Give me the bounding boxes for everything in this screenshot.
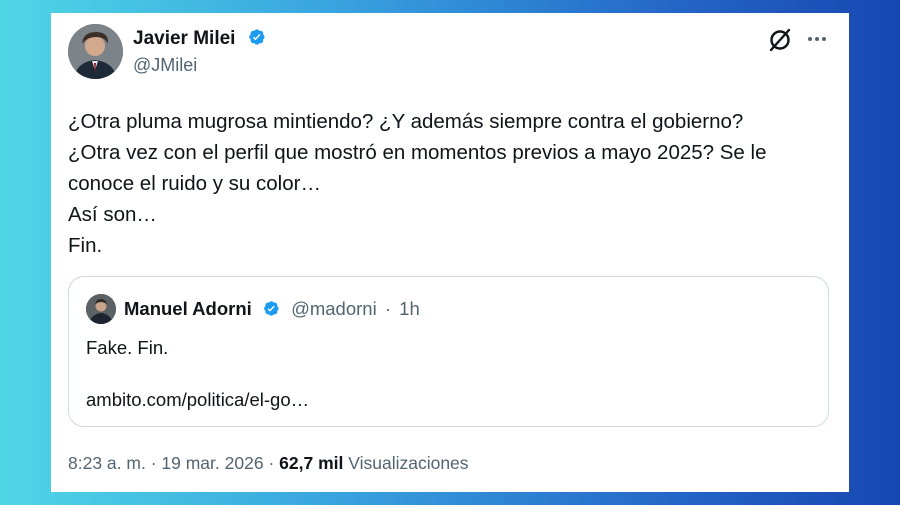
- tweet-line: Fin.: [68, 234, 103, 257]
- verified-badge-icon: [249, 29, 265, 45]
- verified-badge-icon: [264, 301, 279, 316]
- author-name[interactable]: Javier Milei: [133, 27, 266, 50]
- author-avatar[interactable]: [68, 24, 123, 79]
- more-options-icon[interactable]: [805, 27, 829, 51]
- quoted-text: Fake. Fin.: [86, 337, 169, 358]
- tweet-line: conoce el ruido y su color…: [68, 172, 321, 195]
- tweet-text: ¿Otra pluma mugrosa mintiendo? ¿Y además…: [68, 106, 838, 261]
- tweet-card: Javier Milei @JMilei ¿Otra pluma mugrosa…: [51, 13, 849, 492]
- grok-icon[interactable]: [767, 27, 793, 53]
- tweet-line: ¿Otra vez con el perfil que mostró en mo…: [68, 141, 767, 164]
- quoted-handle[interactable]: @madorni: [291, 298, 377, 319]
- views-count: 62,7 mil: [279, 453, 344, 473]
- quoted-author-avatar[interactable]: [86, 294, 116, 324]
- tweet-time[interactable]: 8:23 a. m.: [68, 453, 146, 473]
- quoted-separator: ·: [384, 298, 392, 319]
- author-handle[interactable]: @JMilei: [133, 55, 197, 76]
- quoted-tweet[interactable]: Manuel Adorni @madorni · 1h Fake. Fin. a…: [68, 276, 829, 427]
- quoted-author-name[interactable]: Manuel Adorni: [124, 298, 252, 319]
- footer-separator: ·: [268, 453, 275, 473]
- tweet-footer: 8:23 a. m. · 19 mar. 2026 · 62,7 mil Vis…: [68, 453, 469, 474]
- author-name-text[interactable]: Javier Milei: [133, 28, 235, 49]
- tweet-line: Así son…: [68, 203, 157, 226]
- quoted-link[interactable]: ambito.com/politica/el-go…: [86, 388, 309, 412]
- footer-separator: ·: [150, 453, 157, 473]
- tweet-line: ¿Otra pluma mugrosa mintiendo? ¿Y además…: [68, 110, 744, 133]
- views-label: Visualizaciones: [348, 453, 469, 473]
- quoted-time[interactable]: 1h: [399, 298, 420, 319]
- quoted-header: Manuel Adorni @madorni · 1h: [124, 298, 420, 320]
- tweet-date[interactable]: 19 mar. 2026: [161, 453, 263, 473]
